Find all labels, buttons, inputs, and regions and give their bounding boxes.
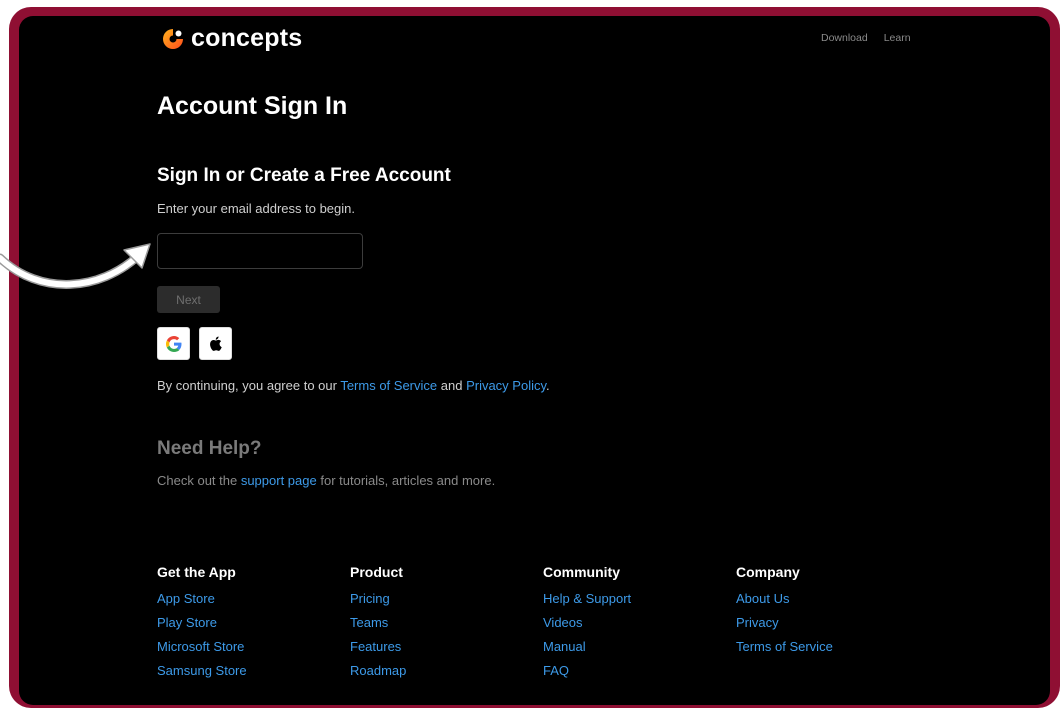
footer-link-play-store[interactable]: Play Store: [157, 615, 247, 639]
footer-col-product: Product Pricing Teams Features Roadmap: [350, 564, 406, 687]
terms-suffix: .: [546, 378, 550, 393]
nav-learn[interactable]: Learn: [884, 32, 911, 44]
footer-link-help-support[interactable]: Help & Support: [543, 591, 631, 615]
help-suffix: for tutorials, articles and more.: [316, 473, 496, 488]
footer-link-privacy[interactable]: Privacy: [736, 615, 833, 639]
logo-text: concepts: [191, 24, 303, 52]
footer-link-pricing[interactable]: Pricing: [350, 591, 406, 615]
footer-link-terms-of-service[interactable]: Terms of Service: [736, 639, 833, 663]
help-prefix: Check out the: [157, 473, 241, 488]
terms-notice: By continuing, you agree to our Terms of…: [157, 378, 550, 393]
footer-link-manual[interactable]: Manual: [543, 639, 631, 663]
help-heading: Need Help?: [157, 438, 262, 459]
next-button[interactable]: Next: [157, 286, 220, 313]
footer-link-microsoft-store[interactable]: Microsoft Store: [157, 639, 247, 663]
browser-viewport: concepts Download Learn Account Sign In …: [19, 16, 1050, 705]
sign-in-heading: Sign In or Create a Free Account: [157, 165, 451, 186]
footer-link-about-us[interactable]: About Us: [736, 591, 833, 615]
terms-of-service-link[interactable]: Terms of Service: [340, 378, 437, 393]
footer-link-videos[interactable]: Videos: [543, 615, 631, 639]
nav-download[interactable]: Download: [821, 32, 868, 44]
social-login: [157, 327, 232, 360]
concepts-logo-icon: [163, 28, 183, 49]
footer-link-roadmap[interactable]: Roadmap: [350, 663, 406, 687]
footer-link-app-store[interactable]: App Store: [157, 591, 247, 615]
google-sign-in-button[interactable]: [157, 327, 190, 360]
footer-col-community: Community Help & Support Videos Manual F…: [543, 564, 631, 687]
footer-col-title: Get the App: [157, 564, 236, 580]
intro-text: Enter your email address to begin.: [157, 201, 355, 216]
footer-col-title: Product: [350, 564, 403, 580]
help-text: Check out the support page for tutorials…: [157, 473, 495, 488]
privacy-policy-link[interactable]: Privacy Policy: [466, 378, 546, 393]
annotation-arrow-icon: [0, 243, 151, 289]
apple-icon: [210, 336, 222, 351]
google-icon: [165, 335, 181, 352]
email-field[interactable]: [157, 233, 363, 269]
footer-col-title: Company: [736, 564, 800, 580]
support-page-link[interactable]: support page: [241, 473, 317, 488]
page-title: Account Sign In: [157, 92, 348, 120]
concepts-logo[interactable]: concepts: [161, 24, 302, 53]
footer-col-title: Community: [543, 564, 620, 580]
apple-sign-in-button[interactable]: [199, 327, 232, 360]
footer-col-company: Company About Us Privacy Terms of Servic…: [736, 564, 833, 663]
footer-link-faq[interactable]: FAQ: [543, 663, 631, 687]
terms-and: and: [437, 378, 467, 393]
footer-col-get-the-app: Get the App App Store Play Store Microso…: [157, 564, 247, 687]
top-nav: Download Learn: [821, 32, 911, 44]
footer-link-features[interactable]: Features: [350, 639, 406, 663]
terms-prefix: By continuing, you agree to our: [157, 378, 341, 393]
footer-link-teams[interactable]: Teams: [350, 615, 406, 639]
footer-link-samsung-store[interactable]: Samsung Store: [157, 663, 247, 687]
